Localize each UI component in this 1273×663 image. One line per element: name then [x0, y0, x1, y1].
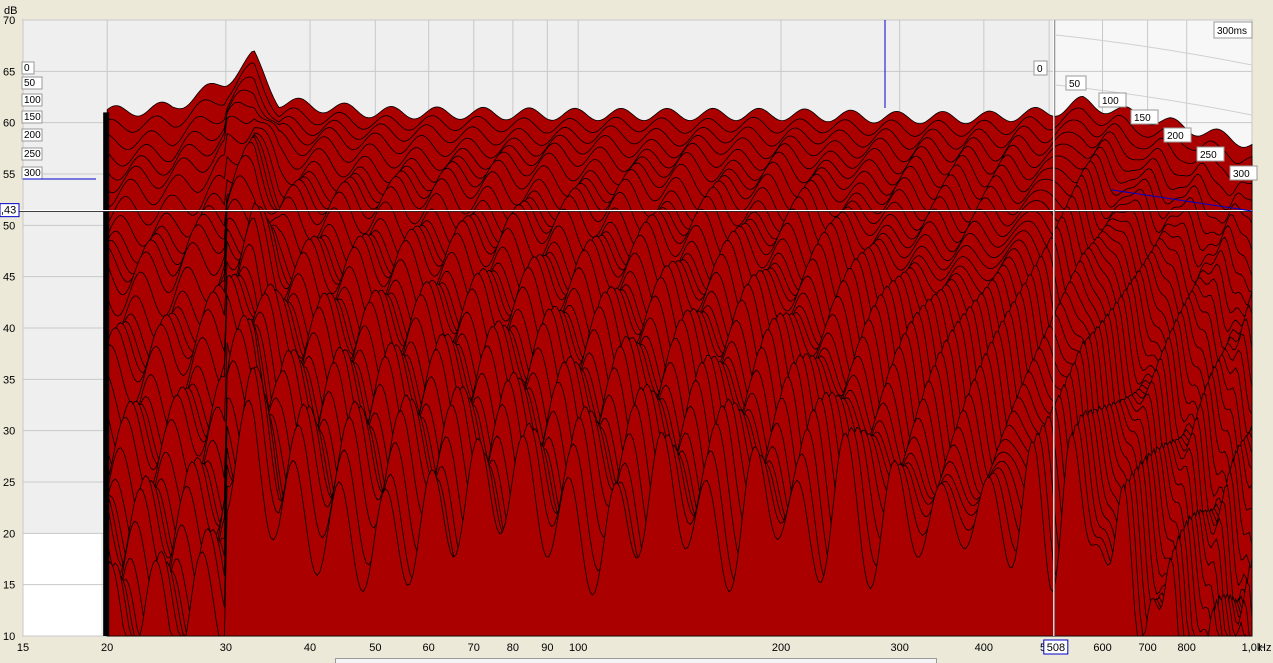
svg-text:250: 250 — [1200, 150, 1217, 161]
x-tick-label: 100 — [569, 642, 587, 654]
time-label-left: 300 — [21, 166, 43, 180]
time-label-right: 300 — [1229, 165, 1258, 181]
x-tick-label: 300 — [890, 642, 908, 654]
x-tick-label: 700 — [1138, 642, 1156, 654]
waterfall-chart-window: 10 15 20 25 30 35 40 45 50 55 60 65 70 dB 15 20 30 40 50 60… — [0, 0, 1273, 663]
svg-text:0: 0 — [24, 63, 30, 74]
svg-text:200: 200 — [24, 130, 41, 141]
x-tick-label: 50 — [369, 642, 381, 654]
svg-text:100: 100 — [24, 95, 41, 106]
time-label-right: 0 — [1033, 60, 1048, 76]
time-label-right: 250 — [1196, 146, 1225, 162]
y-tick-label: 65 — [3, 66, 15, 78]
x-tick-label: 60 — [423, 642, 435, 654]
svg-text:100: 100 — [1102, 96, 1119, 107]
x-tick-label: 400 — [975, 642, 993, 654]
x-tick-label: 20 — [101, 642, 113, 654]
y-tick-label: 60 — [3, 118, 15, 130]
x-tick-label: 70 — [468, 642, 480, 654]
time-label-left: 100 — [21, 93, 43, 107]
time-label-left: 200 — [21, 128, 43, 142]
y-tick-label: 45 — [3, 272, 15, 284]
svg-text:,43: ,43 — [1, 205, 16, 217]
time-label-right: 50 — [1065, 75, 1087, 91]
x-tick-label: 200 — [772, 642, 790, 654]
x-tick-label: 80 — [507, 642, 519, 654]
y-tick-label: 25 — [3, 477, 15, 489]
y-unit-label: dB — [4, 5, 17, 17]
svg-text:50: 50 — [24, 78, 36, 89]
time-label-right: 100 — [1098, 92, 1127, 108]
svg-text:150: 150 — [1134, 113, 1151, 124]
svg-text:250: 250 — [24, 149, 41, 160]
svg-text:150: 150 — [24, 112, 41, 123]
y-tick-label: 10 — [3, 631, 15, 643]
x-tick-label: 800 — [1178, 642, 1196, 654]
y-tick-label: 40 — [3, 323, 15, 335]
slices — [103, 50, 1253, 637]
svg-text:300: 300 — [24, 168, 41, 179]
y-tick-label: 20 — [3, 528, 15, 540]
svg-text:0: 0 — [1037, 64, 1043, 75]
svg-text:300ms: 300ms — [1217, 26, 1247, 37]
time-span-box: 300ms — [1213, 21, 1253, 39]
y-tick-label: 55 — [3, 169, 15, 181]
svg-text:508: 508 — [1047, 642, 1065, 654]
svg-text:50: 50 — [1069, 79, 1081, 90]
x-tick-label: 600 — [1093, 642, 1111, 654]
svg-text:300: 300 — [1233, 169, 1250, 180]
time-label-left: 150 — [21, 110, 43, 124]
y-tick-label: 35 — [3, 374, 15, 386]
y-tick-label: 50 — [3, 220, 15, 232]
x-unit-label: Hz — [1258, 642, 1271, 654]
horizontal-scrollbar[interactable] — [335, 658, 937, 663]
time-label-right: 200 — [1163, 127, 1192, 143]
slice-left-edge — [103, 112, 110, 636]
time-label-right: 150 — [1130, 109, 1159, 125]
x-tick-label: 90 — [541, 642, 553, 654]
x-tick-label: 30 — [220, 642, 232, 654]
x-tick-label: 15 — [17, 642, 29, 654]
time-label-left: 50 — [21, 76, 43, 90]
y-tick-label: 30 — [3, 426, 15, 438]
time-label-left: 250 — [21, 147, 43, 161]
time-label-left: 0 — [21, 61, 35, 75]
svg-text:200: 200 — [1167, 131, 1184, 142]
waterfall-plot[interactable]: 10152025303540455055606570dB15 20 30 40 50 60… — [0, 0, 1273, 663]
cursor-freq-readout: 508 — [1043, 639, 1069, 655]
cursor-level-readout: ,43 — [0, 203, 20, 218]
x-tick-label: 40 — [304, 642, 316, 654]
y-tick-label: 15 — [3, 580, 15, 592]
